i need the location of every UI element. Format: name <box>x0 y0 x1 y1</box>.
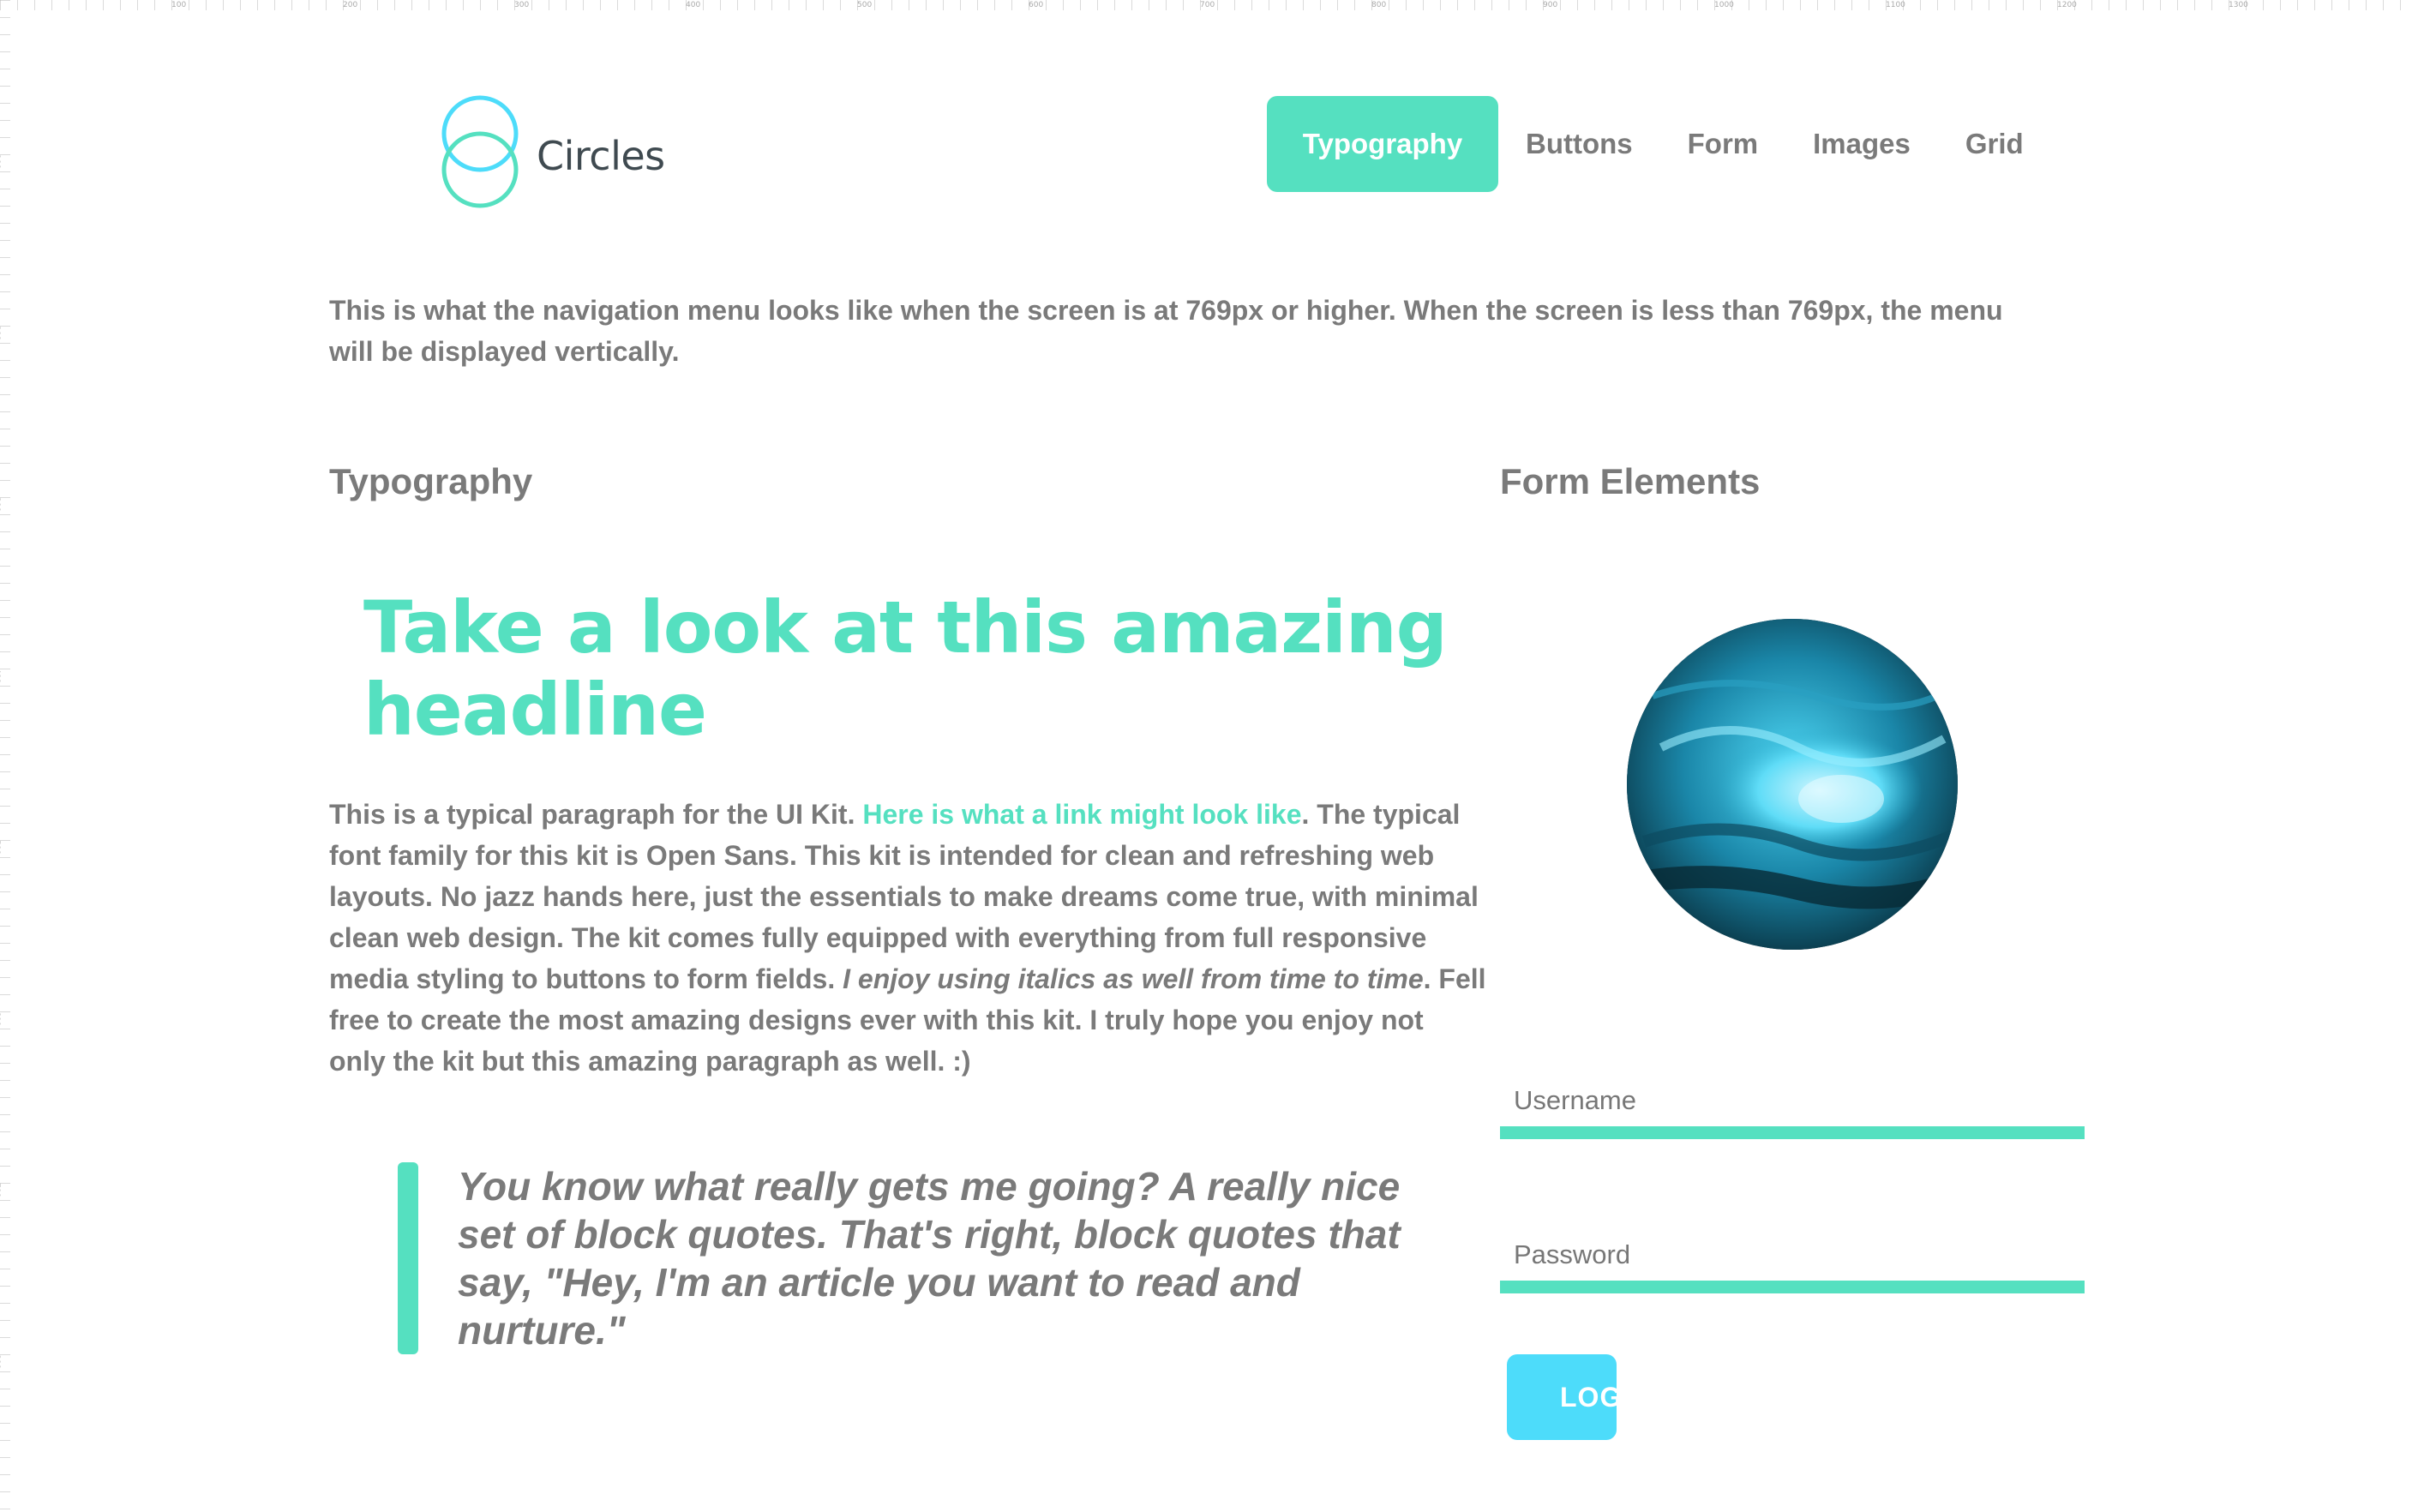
nav-item-buttons[interactable]: Buttons <box>1498 96 1660 192</box>
ruler-x-tick: 900 <box>1543 1 1558 9</box>
intro-text: This is what the navigation menu looks l… <box>329 295 2003 367</box>
blockquote: You know what really gets me going? A re… <box>458 1164 1401 1353</box>
ruler-x-tick: 100 <box>171 1 187 9</box>
ruler-x-tick: 800 <box>1371 1 1387 9</box>
ruler-y-tick: 300 <box>0 497 1 512</box>
sample-link[interactable]: Here is what a link might look like <box>862 799 1301 830</box>
ruler-left <box>0 0 10 1512</box>
username-field <box>1500 1075 2085 1139</box>
ruler-x-tick: 1000 <box>1714 1 1734 9</box>
password-underline <box>1500 1281 2085 1293</box>
nav-item-grid[interactable]: Grid <box>1938 96 2051 192</box>
ruler-y-tick: 100 <box>0 154 1 169</box>
username-underline <box>1500 1126 2085 1139</box>
ocean-wave-icon <box>1627 619 1958 950</box>
ruler-x-tick: 500 <box>857 1 873 9</box>
typography-heading: Typography <box>329 461 533 501</box>
nav-item-form[interactable]: Form <box>1660 96 1786 192</box>
password-field <box>1500 1229 2085 1293</box>
paragraph-italic: I enjoy using italics as well from time … <box>843 963 1424 994</box>
login-button[interactable]: LOGIN <box>1507 1354 1617 1440</box>
main-nav: Typography Buttons Form Images Grid <box>1267 96 2051 192</box>
ruler-y-tick: 500 <box>0 840 1 855</box>
ruler-x-tick: 300 <box>514 1 530 9</box>
ruler-x-tick: 1100 <box>1886 1 1905 9</box>
body-paragraph: This is a typical paragraph for the UI K… <box>329 794 1486 1082</box>
form-elements-heading: Form Elements <box>1500 461 1761 501</box>
ocean-wave-image <box>1627 619 1958 950</box>
nav-item-typography[interactable]: Typography <box>1267 96 1498 192</box>
ruler-y-tick: 800 <box>0 1354 1 1369</box>
ruler-x-tick: 1200 <box>2057 1 2077 9</box>
password-input[interactable] <box>1500 1229 2085 1281</box>
ruler-y-tick: 700 <box>0 1183 1 1197</box>
ruler-x-tick: 200 <box>343 1 358 9</box>
brand-logo[interactable]: Circles <box>437 94 677 209</box>
headline: Take a look at this amazing headline <box>363 585 1448 752</box>
ruler-x-tick: 400 <box>686 1 701 9</box>
ruler-x-tick: 1300 <box>2229 1 2248 9</box>
ruler-x-tick: 700 <box>1200 1 1215 9</box>
ruler-x-tick: 600 <box>1029 1 1044 9</box>
username-input[interactable] <box>1500 1075 2085 1126</box>
ruler-y-tick: 400 <box>0 669 1 683</box>
ruler-y-tick: 200 <box>0 326 1 340</box>
nav-item-images[interactable]: Images <box>1785 96 1938 192</box>
overlapping-circles-logo-icon <box>441 95 519 208</box>
ruler-y-tick: 600 <box>0 1011 1 1026</box>
brand-name: Circles <box>537 133 665 179</box>
paragraph-text-1: This is a typical paragraph for the UI K… <box>329 799 863 830</box>
blockquote-bar <box>398 1162 418 1354</box>
